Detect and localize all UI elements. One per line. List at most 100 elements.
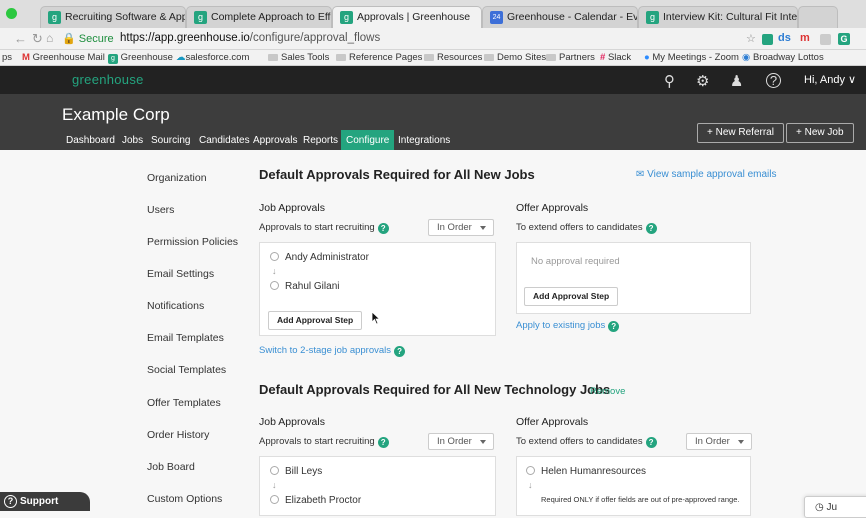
sidenav-social-templates[interactable]: Social Templates [147, 364, 226, 376]
sidenav-order-history[interactable]: Order History [147, 429, 209, 441]
browser-tab-1[interactable]: g Recruiting Software & Applica [40, 6, 186, 28]
window-zoom-button[interactable] [6, 8, 17, 19]
nav-integrations[interactable]: Integrations [398, 135, 450, 146]
browser-tab-calendar[interactable]: 24 Greenhouse - Calendar - Even [482, 6, 638, 28]
bookmark-broadway-lottos[interactable]: ◉ Broadway Lottos [742, 52, 824, 63]
back-icon[interactable]: ← [14, 31, 27, 46]
bookmark-reference-pages[interactable]: Reference Pages [336, 52, 422, 63]
browser-tab-bar: g Recruiting Software & Applica g Comple… [0, 0, 866, 28]
sidenav-email-templates[interactable]: Email Templates [147, 332, 224, 344]
greenhouse-favicon: g [646, 11, 659, 24]
switch-two-stage-link[interactable]: Switch to 2-stage job approvals? [259, 345, 406, 357]
greenhouse-logo[interactable]: greenhouse [72, 72, 144, 87]
help-icon[interactable]: ? [394, 346, 406, 357]
search-icon[interactable]: ⚲ [664, 72, 675, 90]
g-extension-icon[interactable]: G [838, 33, 850, 45]
help-icon[interactable]: ? [377, 437, 389, 448]
nav-approvals[interactable]: Approvals [253, 135, 297, 146]
sidenav-users[interactable]: Users [147, 204, 174, 216]
sidenav-custom-options[interactable]: Custom Options [147, 493, 222, 505]
bookmark-greenhouse[interactable]: g Greenhouse [108, 52, 173, 64]
reload-icon[interactable]: ↻ [32, 31, 43, 47]
job-approval-order-select[interactable]: In Order [428, 219, 494, 236]
job-approval-steps-panel-2 [259, 456, 496, 516]
approver-row[interactable]: Bill Leys [270, 466, 322, 477]
offer-approval-order-select-2[interactable]: In Order [686, 433, 752, 450]
mouse-cursor-icon [371, 311, 381, 325]
gmail-icon: M [22, 52, 30, 63]
apply-existing-jobs-link[interactable]: Apply to existing jobs? [516, 320, 620, 332]
offer-approvals-sub: To extend offers to candidates? [516, 222, 657, 234]
nav-dashboard[interactable]: Dashboard [66, 135, 115, 146]
nav-sourcing[interactable]: Sourcing [151, 135, 190, 146]
company-name: Example Corp [62, 105, 170, 124]
offer-approval-steps-panel-2 [516, 456, 751, 516]
app-top-nav: greenhouse ⚲ ⚙ ♟ ? Hi, Andy ∨ [0, 66, 866, 94]
approver-row[interactable]: Andy Administrator [270, 252, 369, 263]
m-extension-icon[interactable]: m [800, 32, 810, 44]
add-job-approval-step-button[interactable]: Add Approval Step [268, 311, 363, 330]
greenhouse-favicon: g [340, 11, 353, 24]
job-approval-order-select-2[interactable]: In Order [428, 433, 494, 450]
greenhouse-favicon: g [194, 11, 207, 24]
bookmark-zoom[interactable]: ● My Meetings - Zoom [644, 52, 739, 63]
bookmark-salesforce[interactable]: ☁salesforce.com [176, 52, 249, 63]
nav-reports[interactable]: Reports [303, 135, 338, 146]
offer-range-note: Required ONLY if offer fields are out of… [541, 495, 740, 504]
address-bar: ← ↻ ⌂ 🔒 Secure https://app.greenhouse.io… [0, 28, 866, 50]
bookmark-apps[interactable]: ps [2, 52, 12, 63]
bookmark-slack[interactable]: # Slack [600, 52, 631, 63]
url-field[interactable]: https://app.greenhouse.io/configure/appr… [120, 32, 380, 44]
nav-configure[interactable]: Configure [341, 130, 395, 150]
browser-tab-interview-kit[interactable]: g Interview Kit: Cultural Fit Interv [638, 6, 798, 28]
secure-indicator[interactable]: 🔒 Secure [62, 32, 114, 45]
offer-approvals-sub-2: To extend offers to candidates? [516, 436, 657, 448]
browser-tab-approvals[interactable]: g Approvals | Greenhouse [332, 6, 482, 28]
help-icon[interactable]: ? [377, 223, 389, 234]
greenhouse-extension-icon[interactable] [762, 34, 773, 45]
bookmark-partners[interactable]: Partners [546, 52, 595, 63]
users-icon[interactable]: ♟ [730, 72, 743, 90]
browser-tab-2[interactable]: g Complete Approach to Effectiv [186, 6, 332, 28]
notification-toast[interactable]: ◷ Ju [804, 496, 866, 518]
add-offer-approval-step-button[interactable]: Add Approval Step [524, 287, 619, 306]
sidenav-organization[interactable]: Organization [147, 172, 207, 184]
view-sample-emails-link[interactable]: ✉ View sample approval emails [636, 169, 777, 180]
help-icon[interactable]: ? [608, 321, 620, 332]
bookmark-sales-tools[interactable]: Sales Tools [268, 52, 329, 63]
new-job-button[interactable]: + New Job [786, 123, 854, 143]
sidenav-offer-templates[interactable]: Offer Templates [147, 397, 221, 409]
bookmark-star-icon[interactable]: ☆ [746, 32, 756, 45]
new-referral-button[interactable]: + New Referral [697, 123, 784, 143]
greenhouse-favicon: g [108, 54, 118, 64]
home-icon[interactable]: ⌂ [46, 31, 53, 45]
ds-extension-icon[interactable]: ds [778, 32, 791, 44]
approver-row[interactable]: Elizabeth Proctor [270, 495, 361, 506]
approver-row[interactable]: Rahul Gilani [270, 281, 339, 292]
sidenav-permission-policies[interactable]: Permission Policies [147, 236, 238, 248]
sidenav-job-board[interactable]: Job Board [147, 461, 195, 473]
offer-approvals-label-2: Offer Approvals [516, 416, 589, 428]
folder-icon [424, 54, 434, 61]
folder-icon [336, 54, 346, 61]
sidenav-notifications[interactable]: Notifications [147, 300, 204, 312]
section-title-default-approvals: Default Approvals Required for All New J… [259, 167, 535, 182]
remove-link[interactable]: Remove [590, 386, 625, 397]
approver-row[interactable]: Helen Humanresources [526, 466, 646, 477]
user-menu[interactable]: Hi, Andy ∨ [804, 73, 856, 86]
help-icon[interactable]: ? [645, 223, 657, 234]
extension-icon[interactable] [820, 34, 831, 45]
calendar-favicon: 24 [490, 11, 503, 24]
bookmark-resources[interactable]: Resources [424, 52, 482, 63]
help-icon[interactable]: ? [645, 437, 657, 448]
support-button[interactable]: ? Support [0, 492, 90, 511]
bookmark-greenhouse-mail[interactable]: M Greenhouse Mail [22, 52, 105, 63]
bookmark-demo-sites[interactable]: Demo Sites [484, 52, 546, 63]
job-approvals-sub-2: Approvals to start recruiting? [259, 436, 389, 448]
nav-candidates[interactable]: Candidates [199, 135, 250, 146]
new-tab-button[interactable] [798, 6, 838, 28]
nav-jobs[interactable]: Jobs [122, 135, 143, 146]
help-icon[interactable]: ? [766, 73, 781, 88]
gear-icon[interactable]: ⚙ [696, 72, 709, 90]
sidenav-email-settings[interactable]: Email Settings [147, 268, 214, 280]
